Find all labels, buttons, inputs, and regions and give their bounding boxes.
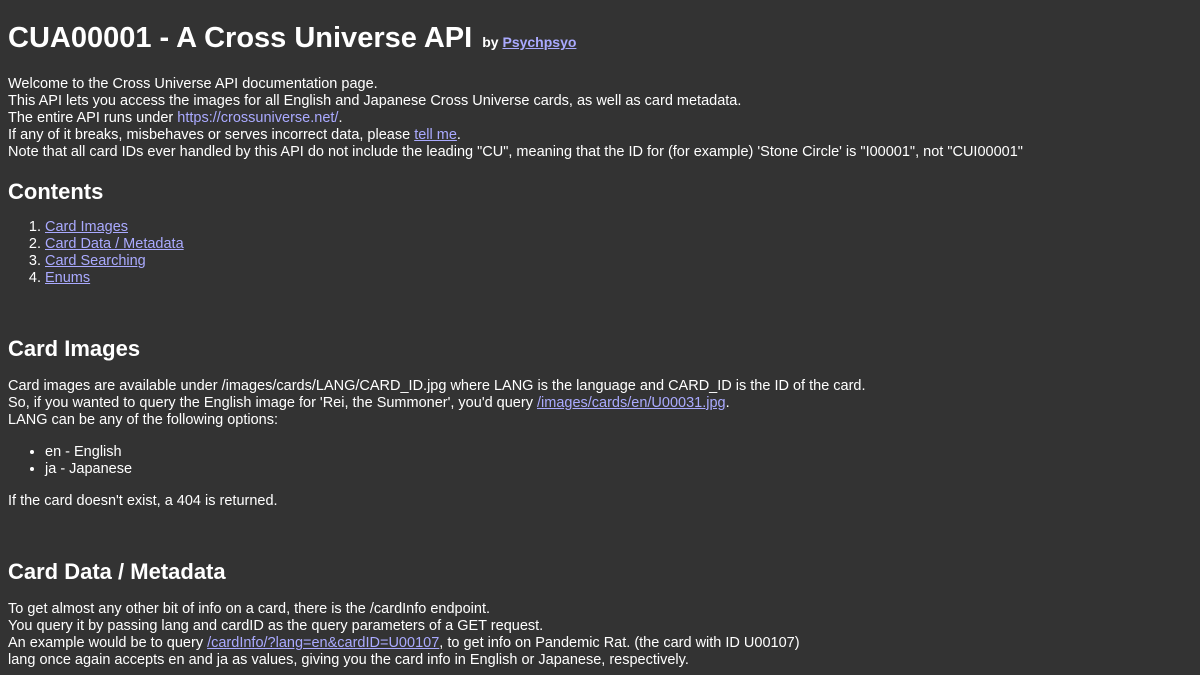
card-images-example-suffix: . bbox=[725, 395, 730, 411]
contents-link-card-data[interactable]: Card Data / Metadata bbox=[45, 236, 184, 252]
language-option-ja: ja - Japanese bbox=[45, 461, 1192, 478]
card-images-line-path: Card images are available under /images/… bbox=[8, 378, 866, 394]
page-title: CUA00001 - A Cross Universe API by Psych… bbox=[8, 0, 1192, 59]
byline-label: by bbox=[482, 34, 499, 50]
site-link[interactable]: https://crossuniverse.net/ bbox=[177, 110, 338, 126]
intro-line-id-note: Note that all card IDs ever handled by t… bbox=[8, 144, 1023, 160]
intro-line-host: The entire API runs under https://crossu… bbox=[8, 110, 1192, 127]
card-images-line-lang: LANG can be any of the following options… bbox=[8, 412, 279, 428]
contents-list: Card Images Card Data / Metadata Card Se… bbox=[8, 219, 1192, 287]
intro-line-description: This API lets you access the images for … bbox=[8, 93, 742, 109]
tell-me-link[interactable]: tell me bbox=[414, 127, 457, 143]
card-images-line-example: So, if you wanted to query the English i… bbox=[8, 395, 1192, 412]
intro-line-contact: If any of it breaks, misbehaves or serve… bbox=[8, 127, 1192, 144]
contents-heading: Contents bbox=[8, 179, 104, 204]
language-option-en: en - English bbox=[45, 444, 1192, 461]
contents-item-card-images: Card Images bbox=[45, 219, 1192, 236]
page-title-text: CUA00001 - A Cross Universe API bbox=[8, 22, 473, 54]
byline: by Psychpsyo bbox=[482, 34, 576, 50]
intro-paragraph: Welcome to the Cross Universe API docume… bbox=[8, 76, 1192, 161]
intro-host-suffix: . bbox=[338, 110, 343, 126]
card-images-not-found: If the card doesn't exist, a 404 is retu… bbox=[8, 493, 278, 509]
card-data-line-example: An example would be to query /cardInfo/?… bbox=[8, 635, 1192, 652]
card-data-line-query: You query it by passing lang and cardID … bbox=[8, 618, 544, 634]
example-cardinfo-link[interactable]: /cardInfo/?lang=en&cardID=U00107 bbox=[207, 635, 439, 651]
contents-link-enums[interactable]: Enums bbox=[45, 270, 90, 286]
card-images-paragraph: Card images are available under /images/… bbox=[8, 378, 1192, 429]
contents-link-card-searching[interactable]: Card Searching bbox=[45, 253, 146, 269]
intro-contact-prefix: If any of it breaks, misbehaves or serve… bbox=[8, 127, 415, 143]
card-data-paragraph: To get almost any other bit of info on a… bbox=[8, 601, 1192, 669]
card-data-example-prefix: An example would be to query bbox=[8, 635, 208, 651]
card-images-heading: Card Images bbox=[8, 336, 141, 361]
intro-contact-suffix: . bbox=[456, 127, 461, 143]
contents-item-enums: Enums bbox=[45, 270, 1192, 287]
example-image-link[interactable]: /images/cards/en/U00031.jpg bbox=[537, 395, 726, 411]
documentation-page: CUA00001 - A Cross Universe API by Psych… bbox=[0, 0, 1200, 669]
card-data-line-lang: lang once again accepts en and ja as val… bbox=[8, 652, 689, 668]
contents-link-card-images[interactable]: Card Images bbox=[45, 219, 128, 235]
card-data-heading: Card Data / Metadata bbox=[8, 559, 226, 584]
contents-item-card-searching: Card Searching bbox=[45, 253, 1192, 270]
author-link[interactable]: Psychpsyo bbox=[502, 34, 576, 50]
card-images-example-prefix: So, if you wanted to query the English i… bbox=[8, 395, 537, 411]
contents-item-card-data: Card Data / Metadata bbox=[45, 236, 1192, 253]
language-options-list: en - English ja - Japanese bbox=[8, 444, 1192, 478]
card-data-line-endpoint: To get almost any other bit of info on a… bbox=[8, 601, 491, 617]
intro-host-prefix: The entire API runs under bbox=[8, 110, 178, 126]
intro-line-welcome: Welcome to the Cross Universe API docume… bbox=[8, 76, 378, 92]
card-data-example-suffix: , to get info on Pandemic Rat. (the card… bbox=[439, 635, 800, 651]
